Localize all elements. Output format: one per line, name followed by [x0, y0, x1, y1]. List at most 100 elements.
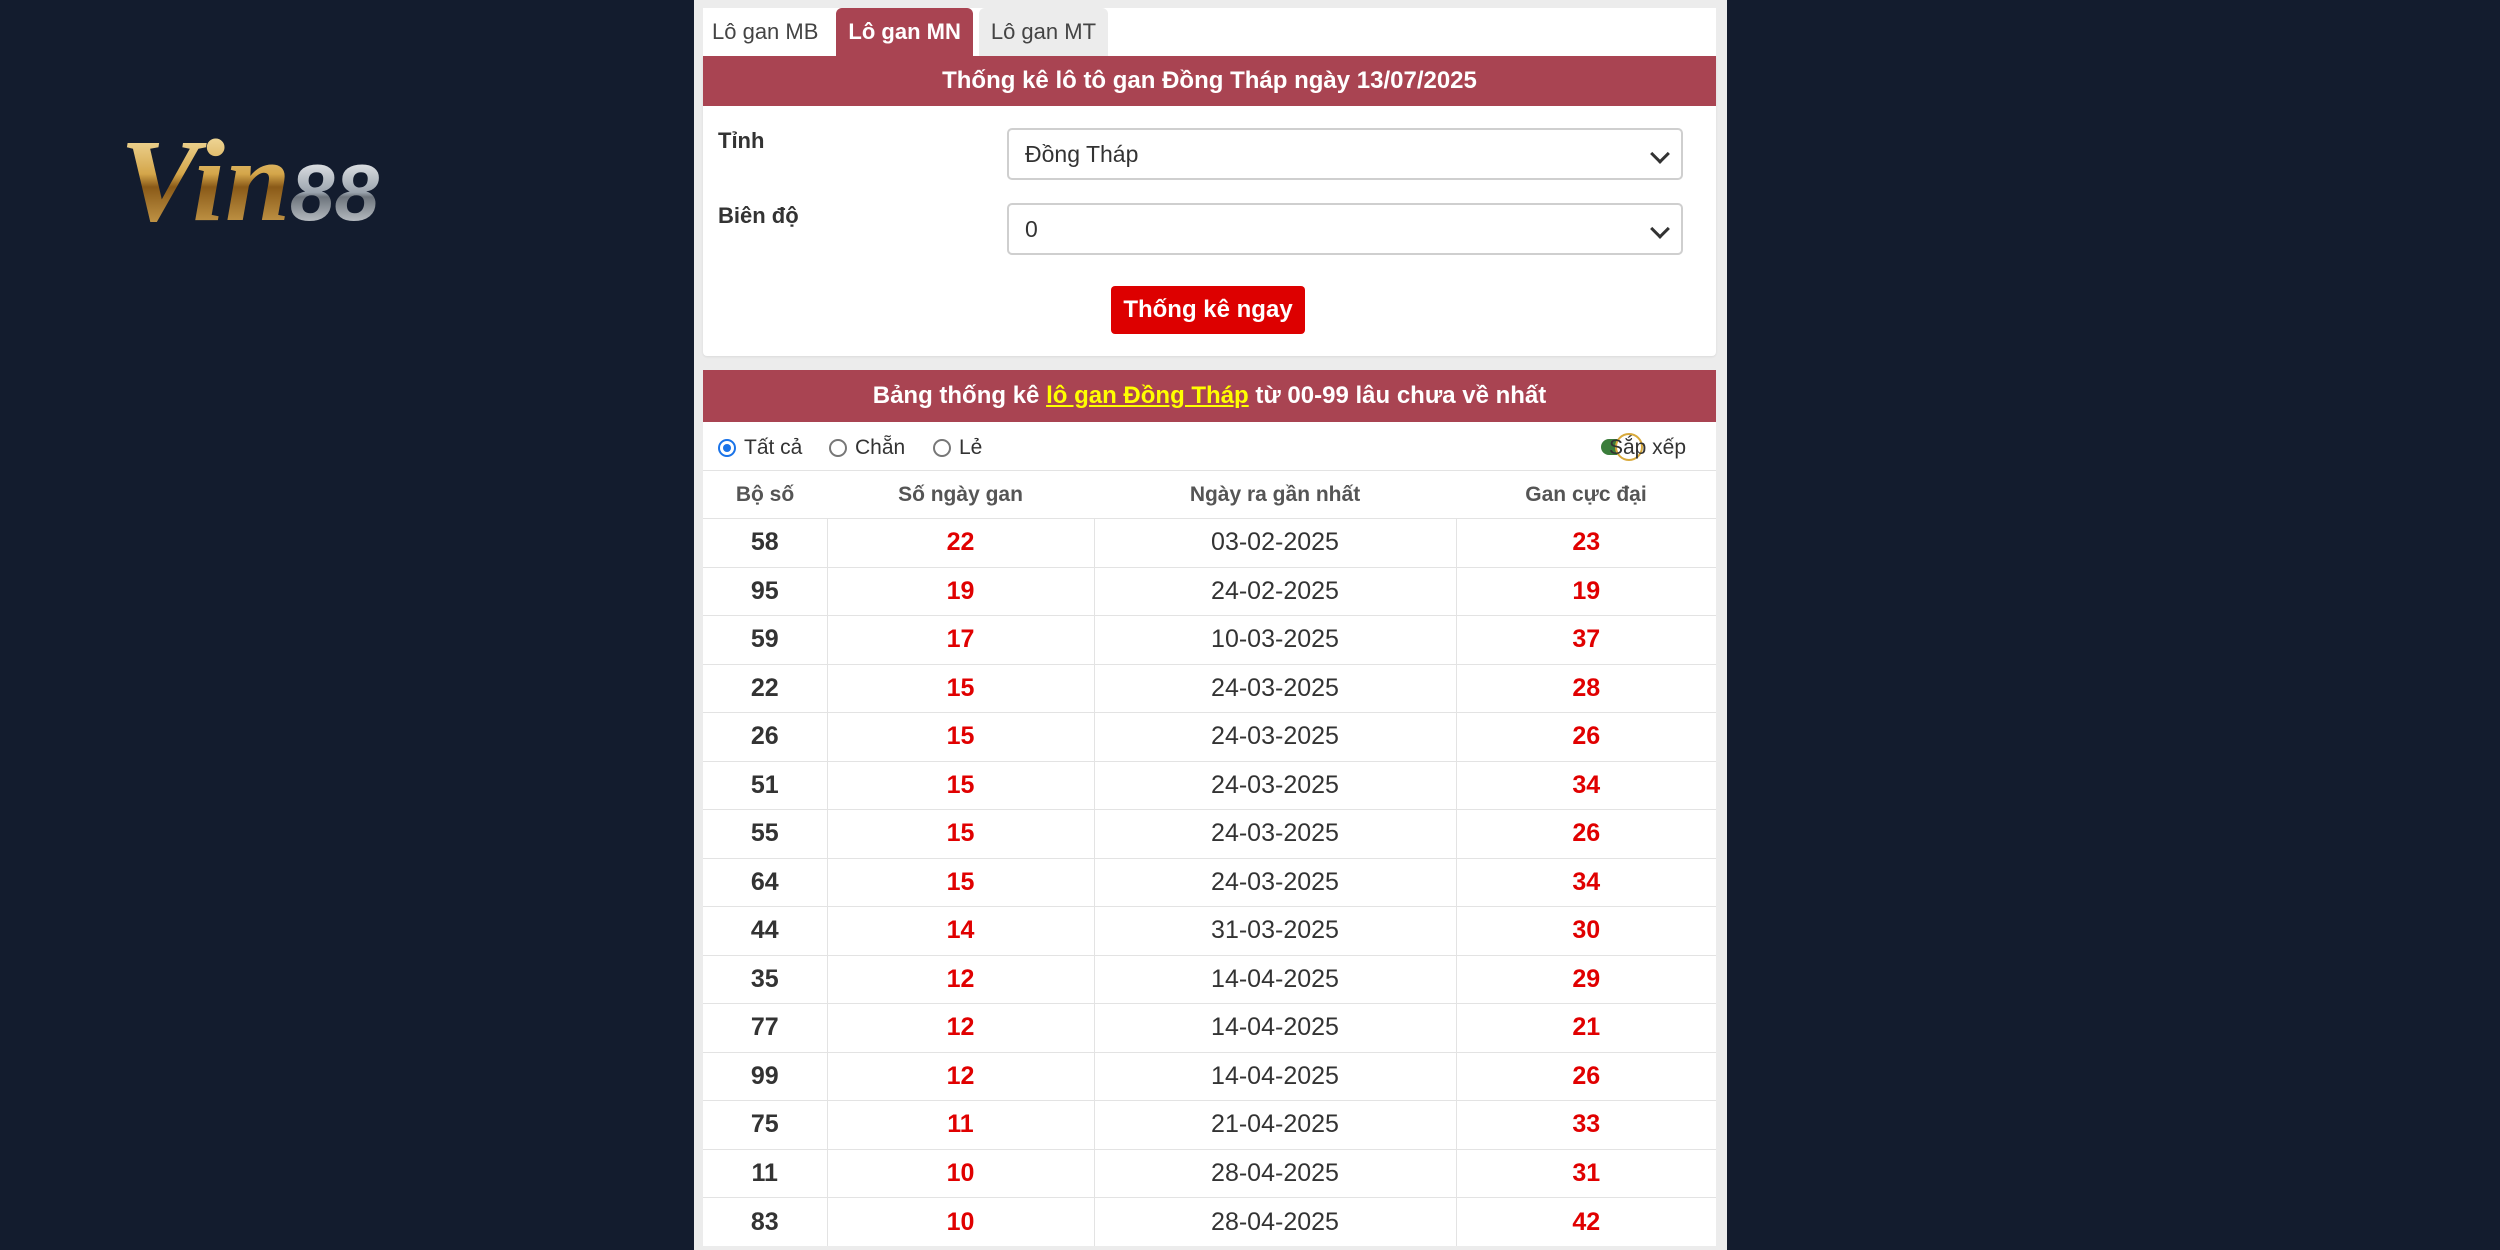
- table-row: 64 15 24-03-2025 34: [703, 857, 1716, 907]
- cell-date: 31-03-2025: [1093, 906, 1456, 955]
- table-row: 35 12 14-04-2025 29: [703, 954, 1716, 1004]
- table-row: 44 14 31-03-2025 30: [703, 906, 1716, 955]
- column-header-ngay-ra: Ngày ra gần nhất: [1094, 470, 1456, 519]
- logo-88-text: 88: [290, 148, 379, 235]
- cell-number: 44: [703, 906, 827, 955]
- cell-number: 11: [703, 1148, 827, 1198]
- region-tabs: Lô gan MB Lô gan MN Lô gan MT: [703, 8, 1716, 56]
- range-label: Biên độ: [718, 203, 799, 228]
- table-header-row: Bộ số Số ngày gan Ngày ra gần nhất Gan c…: [703, 470, 1716, 519]
- cell-date: 28-04-2025: [1093, 1148, 1456, 1198]
- cell-days: 12: [826, 1003, 1094, 1052]
- cell-max: 26: [1455, 1051, 1716, 1101]
- cell-max: 29: [1455, 954, 1716, 1004]
- radio-all-label: Tất cả: [744, 436, 803, 459]
- radio-even-label: Chẵn: [855, 436, 906, 459]
- province-label: Tỉnh: [718, 128, 765, 153]
- chevron-down-icon: [1650, 144, 1670, 164]
- tab-lo-gan-mn[interactable]: Lô gan MN: [836, 8, 973, 56]
- cell-days: 15: [826, 760, 1094, 810]
- tab-lo-gan-mb[interactable]: Lô gan MB: [703, 8, 831, 56]
- cell-date: 24-03-2025: [1093, 760, 1456, 810]
- table-row: 26 15 24-03-2025 26: [703, 712, 1716, 761]
- cell-max: 42: [1455, 1197, 1716, 1246]
- tab-lo-gan-mt[interactable]: Lô gan MT: [978, 8, 1109, 56]
- range-select[interactable]: 0: [1007, 203, 1683, 255]
- cell-days: 12: [826, 954, 1094, 1004]
- cell-max: 26: [1455, 712, 1716, 761]
- cell-number: 58: [703, 518, 827, 567]
- cell-max: 26: [1455, 809, 1716, 858]
- cell-number: 22: [703, 663, 827, 713]
- cell-max: 28: [1455, 663, 1716, 713]
- cell-days: 10: [826, 1148, 1094, 1198]
- column-header-bo-so: Bộ số: [703, 470, 827, 519]
- table-row: 55 15 24-03-2025 26: [703, 809, 1716, 858]
- cell-number: 55: [703, 809, 827, 858]
- cell-number: 51: [703, 760, 827, 810]
- cell-number: 75: [703, 1100, 827, 1149]
- submit-button[interactable]: Thống kê ngay: [1111, 286, 1305, 334]
- radio-odd[interactable]: Lẻ: [933, 436, 982, 460]
- cell-days: 10: [826, 1197, 1094, 1246]
- province-select[interactable]: Đồng Tháp: [1007, 128, 1683, 180]
- cell-date: 03-02-2025: [1093, 518, 1456, 567]
- cell-days: 15: [826, 857, 1094, 907]
- vin88-logo: Vin 88: [120, 115, 379, 235]
- form-title: Thống kê lô tô gan Đồng Tháp ngày 13/07/…: [703, 56, 1716, 106]
- range-row: Biên độ 0: [703, 181, 1716, 256]
- cell-date: 14-04-2025: [1093, 954, 1456, 1004]
- cell-max: 23: [1455, 518, 1716, 567]
- cell-days: 17: [826, 615, 1094, 664]
- cell-date: 14-04-2025: [1093, 1003, 1456, 1052]
- cell-days: 14: [826, 906, 1094, 955]
- cell-max: 31: [1455, 1148, 1716, 1198]
- table-row: 77 12 14-04-2025 21: [703, 1003, 1716, 1052]
- cell-date: 24-03-2025: [1093, 712, 1456, 761]
- province-select-value: Đồng Tháp: [1025, 141, 1139, 167]
- cell-max: 34: [1455, 760, 1716, 810]
- table-title-link[interactable]: lô gan Đồng Tháp: [1046, 382, 1249, 409]
- stats-table-card: Bảng thống kê lô gan Đồng Tháp từ 00-99 …: [703, 370, 1716, 1246]
- table-row: 58 22 03-02-2025 23: [703, 518, 1716, 567]
- cell-days: 12: [826, 1051, 1094, 1101]
- cell-date: 24-02-2025: [1093, 566, 1456, 616]
- table-title-suffix: từ 00-99 lâu chưa về nhất: [1248, 382, 1547, 409]
- cell-date: 24-03-2025: [1093, 663, 1456, 713]
- cell-days: 11: [826, 1100, 1094, 1149]
- cell-number: 35: [703, 954, 827, 1004]
- province-row: Tỉnh Đồng Tháp: [703, 106, 1716, 181]
- table-title-prefix: Bảng thống kê: [872, 382, 1047, 409]
- cell-days: 15: [826, 809, 1094, 858]
- cell-date: 14-04-2025: [1093, 1051, 1456, 1101]
- cell-days: 15: [826, 712, 1094, 761]
- table-row: 51 15 24-03-2025 34: [703, 760, 1716, 810]
- table-row: 83 10 28-04-2025 42: [703, 1197, 1716, 1246]
- cell-date: 24-03-2025: [1093, 857, 1456, 907]
- radio-even[interactable]: Chẵn: [829, 436, 905, 460]
- lo-gan-table: Bộ số Số ngày gan Ngày ra gần nhất Gan c…: [703, 470, 1716, 1246]
- column-header-so-ngay-gan: Số ngày gan: [827, 470, 1094, 519]
- radio-all[interactable]: Tất cả: [718, 436, 802, 460]
- cell-days: 19: [826, 566, 1094, 616]
- radio-odd-indicator: [933, 439, 951, 457]
- cell-number: 26: [703, 712, 827, 761]
- table-row: 99 12 14-04-2025 26: [703, 1051, 1716, 1101]
- table-row: 59 17 10-03-2025 37: [703, 615, 1716, 664]
- cell-number: 83: [703, 1197, 827, 1246]
- sort-label: Sắp xếp: [1608, 436, 1686, 459]
- cell-max: 33: [1455, 1100, 1716, 1149]
- cell-max: 37: [1455, 615, 1716, 664]
- cell-date: 24-03-2025: [1093, 809, 1456, 858]
- table-row: 75 11 21-04-2025 33: [703, 1100, 1716, 1149]
- logo-vin-text: Vin: [120, 115, 291, 235]
- cell-number: 64: [703, 857, 827, 907]
- cell-number: 77: [703, 1003, 827, 1052]
- table-row: 11 10 28-04-2025 31: [703, 1148, 1716, 1198]
- cell-date: 10-03-2025: [1093, 615, 1456, 664]
- cell-max: 19: [1455, 566, 1716, 616]
- cell-number: 95: [703, 566, 827, 616]
- filter-bar: Tất cả Chẵn Lẻ Sắp xếp: [703, 422, 1716, 470]
- filter-form: Thống kê lô tô gan Đồng Tháp ngày 13/07/…: [703, 56, 1716, 356]
- main-panel: Lô gan MB Lô gan MN Lô gan MT Thống kê l…: [694, 0, 1727, 1250]
